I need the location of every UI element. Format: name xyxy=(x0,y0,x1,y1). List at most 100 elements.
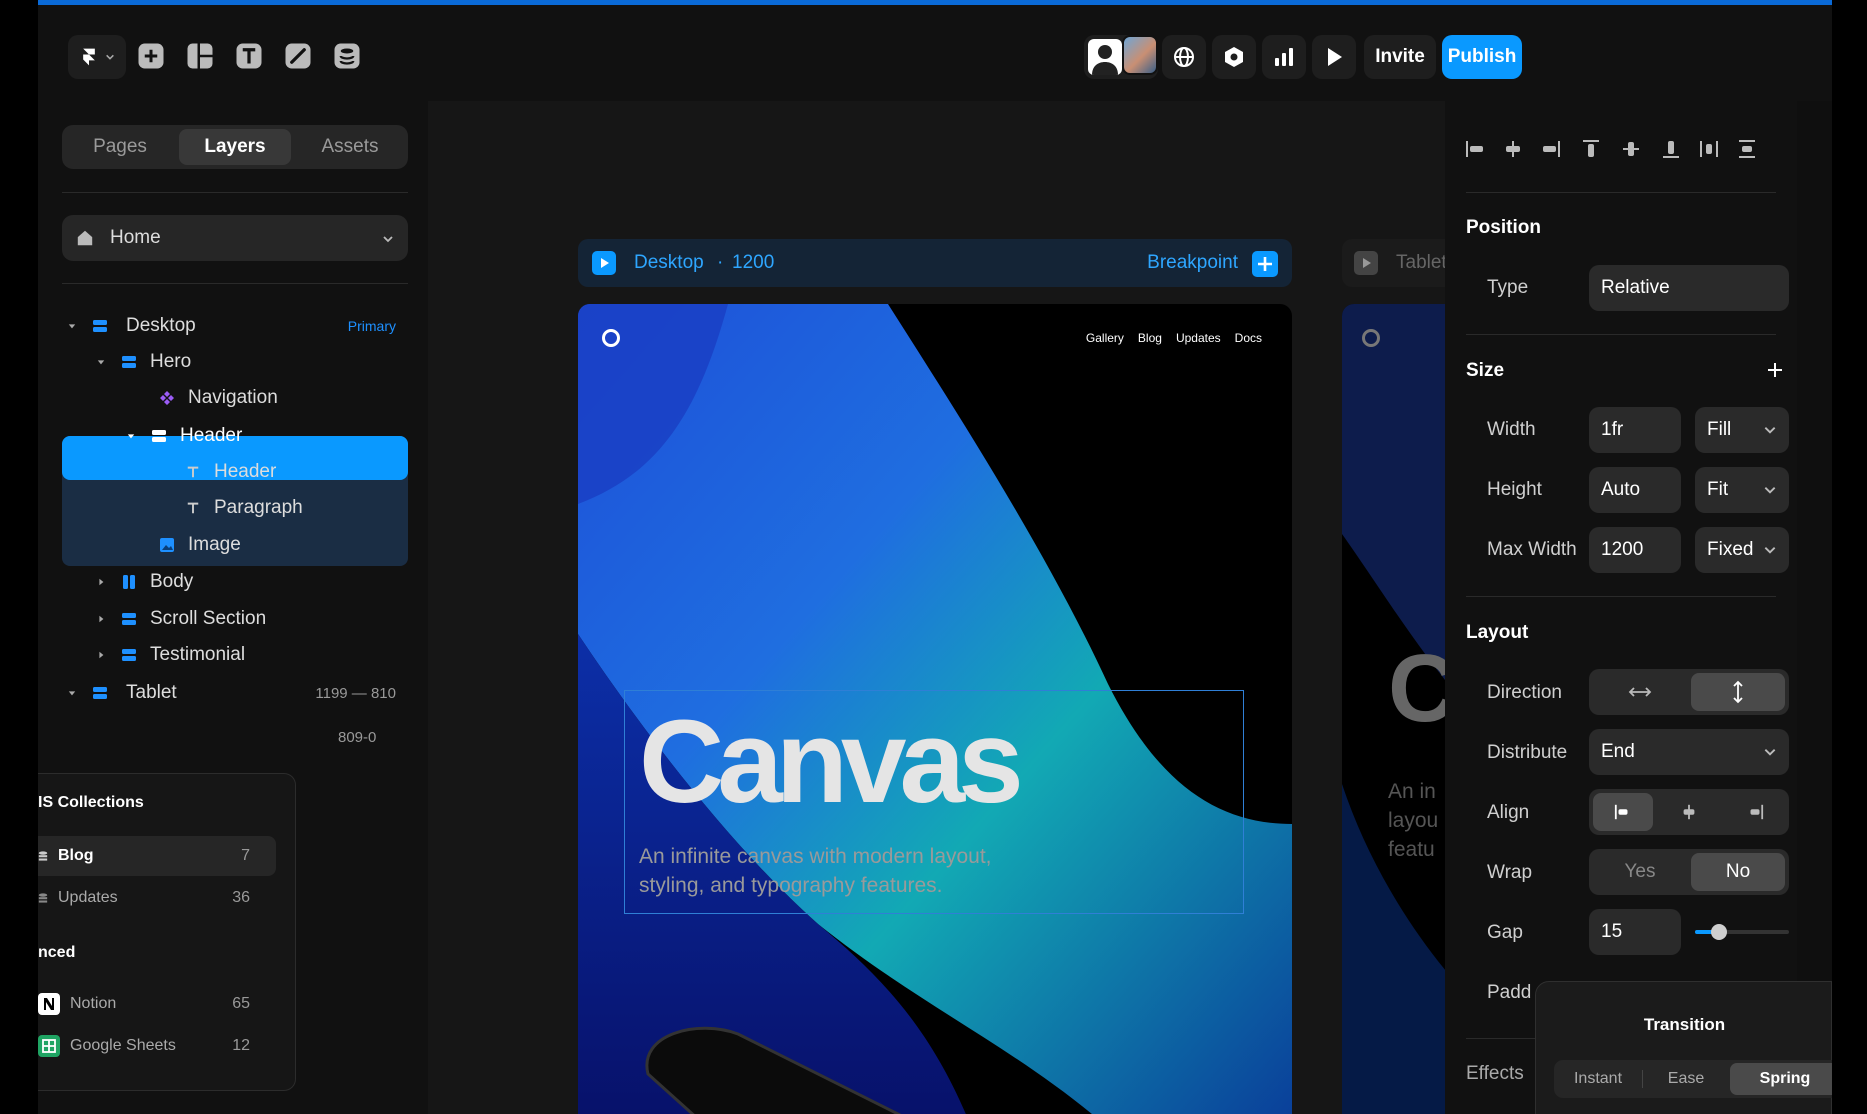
width-input[interactable]: 1fr xyxy=(1589,407,1681,453)
tab-pages[interactable]: Pages xyxy=(66,129,174,165)
header-selection-box[interactable]: Canvas An infinite canvas with modern la… xyxy=(624,690,1244,914)
desktop-breakpoint-bar[interactable]: Desktop · 1200 Breakpoint xyxy=(578,239,1292,287)
breakpoint-label[interactable]: Breakpoint xyxy=(1147,252,1238,274)
desktop-frame[interactable]: Gallery Blog Updates Docs Canvas An infi… xyxy=(578,304,1292,1114)
hero-title: Canvas xyxy=(639,696,1024,828)
text-tool-icon[interactable] xyxy=(234,41,264,71)
framer-menu-button[interactable] xyxy=(68,35,126,79)
layer-navigation[interactable]: Navigation xyxy=(159,377,278,419)
breakpoint-name: Desktop xyxy=(634,252,704,273)
wrap-no-option[interactable]: No xyxy=(1691,853,1785,891)
collection-name: Updates xyxy=(58,889,118,906)
avatar xyxy=(1122,35,1158,75)
gap-label: Gap xyxy=(1487,922,1523,943)
transition-ease-option[interactable]: Ease xyxy=(1643,1060,1729,1098)
top-toolbar: Invite Publish xyxy=(38,5,1832,101)
height-label: Height xyxy=(1487,479,1542,500)
layer-label: Navigation xyxy=(188,387,278,408)
layer-body[interactable]: Body xyxy=(97,561,193,603)
distribute-select[interactable]: End xyxy=(1589,729,1789,775)
align-center-option[interactable] xyxy=(1659,793,1719,831)
direction-horizontal-option[interactable] xyxy=(1593,673,1687,711)
transition-spring-option[interactable]: Spring xyxy=(1730,1063,1832,1095)
gap-slider-thumb[interactable] xyxy=(1710,924,1727,940)
max-width-mode-select[interactable]: Fixed xyxy=(1695,527,1789,573)
collection-name: Blog xyxy=(58,847,94,864)
align-top-icon[interactable] xyxy=(1581,139,1601,159)
add-breakpoint-button[interactable] xyxy=(1252,251,1278,277)
nav-link-blog[interactable]: Blog xyxy=(1138,331,1162,345)
distribute-horizontal-icon[interactable] xyxy=(1699,139,1719,159)
nav-link-gallery[interactable]: Gallery xyxy=(1086,331,1124,345)
bar-chart-icon xyxy=(1275,48,1293,66)
cms-database-icon[interactable] xyxy=(332,41,362,71)
align-label: Align xyxy=(1487,802,1530,823)
width-value: 1fr xyxy=(1601,419,1624,440)
image-icon xyxy=(160,538,174,552)
canvas[interactable]: Desktop · 1200 Breakpoint Gallery Blog U… xyxy=(428,101,1445,1114)
align-left-icon[interactable] xyxy=(1465,139,1485,159)
hero-paragraph: An in layou featu xyxy=(1388,777,1438,864)
frame-stack-icon xyxy=(122,356,136,368)
hero-title: C xyxy=(1388,634,1445,744)
layer-tablet[interactable]: Tablet 1199 — 810 xyxy=(68,672,408,714)
direction-vertical-option[interactable] xyxy=(1691,673,1785,711)
align-center-horizontal-icon[interactable] xyxy=(1503,139,1523,159)
tab-layers[interactable]: Layers xyxy=(179,129,291,165)
vector-pen-icon[interactable] xyxy=(283,41,313,71)
collection-item-blog[interactable]: Blog 7 xyxy=(38,836,276,876)
tablet-frame[interactable]: C An in layou featu xyxy=(1342,304,1445,1114)
preview-button[interactable] xyxy=(1312,35,1356,79)
height-value: Auto xyxy=(1601,479,1641,500)
text-icon xyxy=(187,502,199,514)
frame-stack-icon xyxy=(122,613,136,625)
align-start-option[interactable] xyxy=(1593,793,1653,831)
max-width-input[interactable]: 1200 xyxy=(1589,527,1681,573)
max-width-mode-value: Fixed xyxy=(1707,539,1754,560)
nav-link-docs[interactable]: Docs xyxy=(1235,331,1262,345)
site-settings-button[interactable] xyxy=(1162,35,1206,79)
layout-icon[interactable] xyxy=(185,41,215,71)
align-bottom-icon[interactable] xyxy=(1661,139,1681,159)
align-right-icon[interactable] xyxy=(1541,139,1561,159)
align-end-option[interactable] xyxy=(1725,793,1785,831)
collection-item-google-sheets[interactable]: Google Sheets 12 xyxy=(38,1026,276,1066)
distribute-vertical-icon[interactable] xyxy=(1737,139,1757,159)
invite-button[interactable]: Invite xyxy=(1364,35,1436,79)
height-input[interactable]: Auto xyxy=(1589,467,1681,513)
play-icon[interactable] xyxy=(592,251,616,275)
collection-count: 65 xyxy=(232,995,250,1012)
publish-button[interactable]: Publish xyxy=(1442,35,1522,79)
gap-value: 15 xyxy=(1601,921,1623,942)
padding-label: Padd xyxy=(1487,982,1532,1003)
layer-testimonial[interactable]: Testimonial xyxy=(97,634,245,676)
page-select[interactable]: Home xyxy=(62,215,408,261)
caret-down-icon xyxy=(97,360,105,365)
play-icon[interactable] xyxy=(1354,251,1378,275)
tablet-breakpoint-bar[interactable]: Tablet xyxy=(1342,239,1445,287)
tab-assets[interactable]: Assets xyxy=(296,129,404,165)
collection-item-updates[interactable]: Updates 36 xyxy=(38,878,276,918)
collaborators[interactable] xyxy=(1084,35,1158,79)
plus-icon[interactable] xyxy=(1767,362,1783,378)
collection-item-notion[interactable]: Notion 65 xyxy=(38,984,276,1024)
gap-input[interactable]: 15 xyxy=(1589,909,1681,955)
wrap-yes-option[interactable]: Yes xyxy=(1593,853,1687,891)
analytics-button[interactable] xyxy=(1262,35,1306,79)
layer-paragraph[interactable]: Paragraph xyxy=(186,487,303,529)
position-type-select[interactable]: Relative xyxy=(1589,265,1789,311)
layer-image[interactable]: Image xyxy=(159,524,241,566)
nav-link-updates[interactable]: Updates xyxy=(1176,331,1221,345)
layer-label: Testimonial xyxy=(150,644,246,665)
plugins-button[interactable] xyxy=(1212,35,1256,79)
caret-down-icon xyxy=(68,324,76,329)
transition-instant-option[interactable]: Instant xyxy=(1554,1060,1642,1098)
hero-paragraph-line: styling, and typography features. xyxy=(639,874,943,897)
align-center-vertical-icon[interactable] xyxy=(1621,139,1641,159)
width-mode-select[interactable]: Fill xyxy=(1695,407,1789,453)
height-mode-select[interactable]: Fit xyxy=(1695,467,1789,513)
insert-icon[interactable] xyxy=(136,41,166,71)
chevron-down-icon xyxy=(106,54,114,60)
gap-slider[interactable] xyxy=(1695,924,1789,940)
section-title-effects: Effects xyxy=(1466,1063,1524,1084)
